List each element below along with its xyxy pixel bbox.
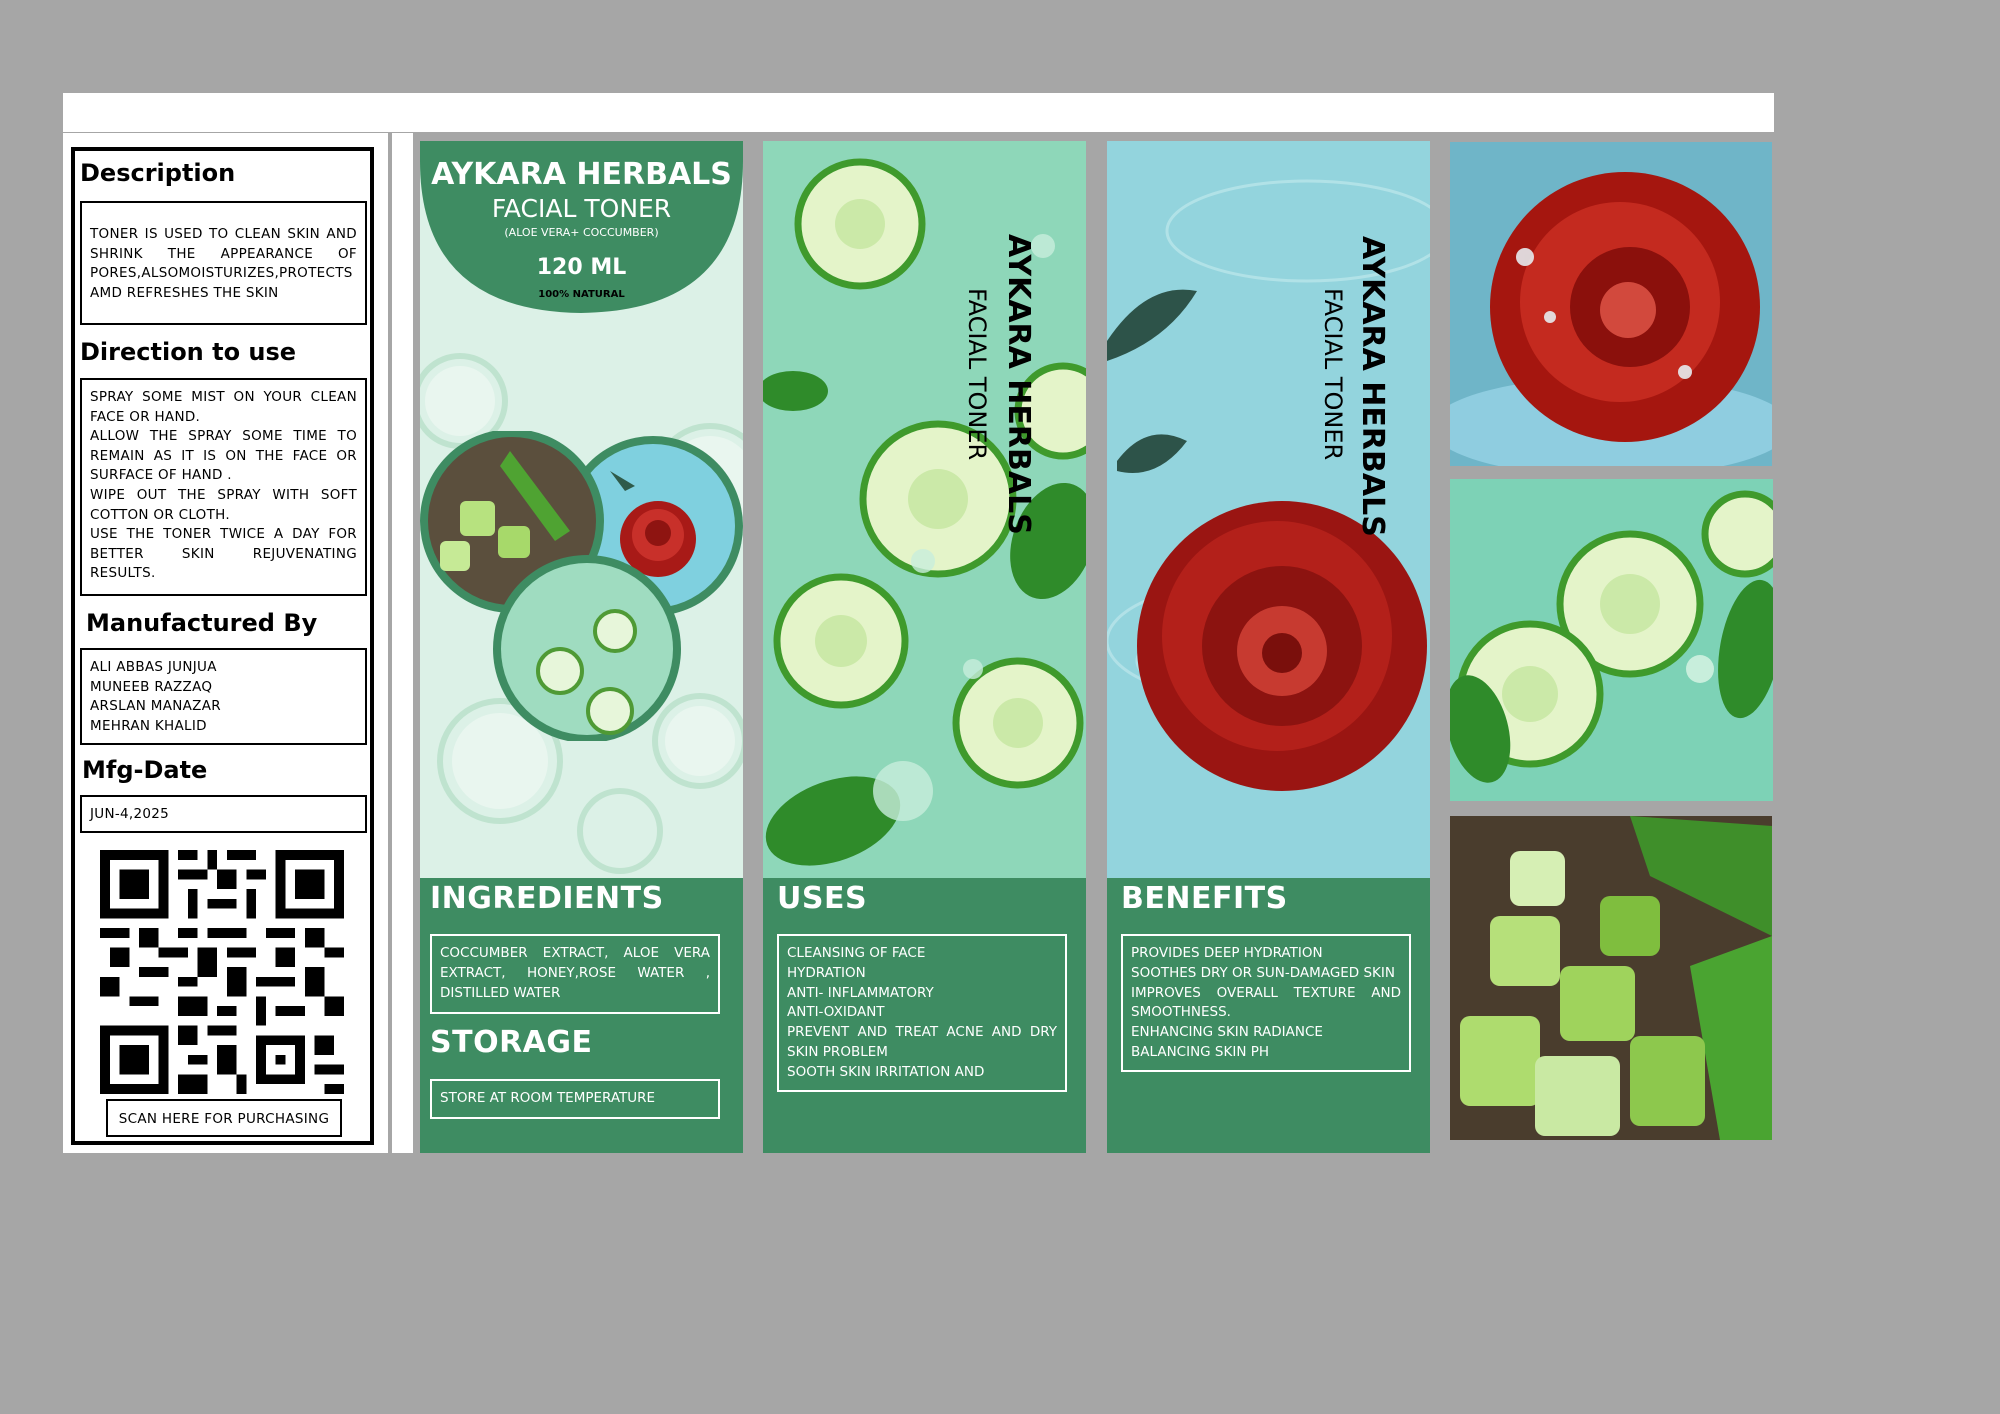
- qr-code-icon[interactable]: [100, 850, 344, 1094]
- manufacturer-name: MEHRAN KHALID: [90, 717, 207, 734]
- mfg-date-box: JUN-4,2025: [80, 795, 367, 833]
- cucumber-photo: [1450, 479, 1773, 801]
- natural-badge: 100% NATURAL: [538, 289, 625, 300]
- use-item: ANTI-OXIDANT: [787, 1004, 885, 1021]
- benefit-item: BALANCING SKIN PH: [1131, 1043, 1270, 1060]
- use-item: ANTI- INFLAMMATORY: [787, 984, 934, 1001]
- use-item: PREVENT AND TREAT ACNE AND DRY SKIN PROB…: [787, 1024, 1057, 1060]
- rose-icon: [1137, 501, 1427, 791]
- ingredients-box: COCCUMBER EXTRACT, ALOE VERA EXTRACT, HO…: [430, 934, 720, 1014]
- uses-title: USES: [777, 881, 868, 916]
- brand-title: AYKARA HERBALS: [431, 157, 732, 192]
- benefit-item: IMPROVES OVERALL TEXTURE AND SMOOTHNESS.: [1131, 984, 1401, 1021]
- product-subtitle: (ALOE VERA+ COCCUMBER): [504, 226, 659, 239]
- direction-box: SPRAY SOME MIST ON YOUR CLEAN FACE OR HA…: [80, 378, 367, 596]
- storage-box: STORE AT ROOM TEMPERATURE: [430, 1079, 720, 1119]
- benefits-title: BENEFITS: [1121, 881, 1288, 916]
- vertical-product: FACIAL TONER: [1319, 288, 1347, 461]
- uses-panel: AYKARA HERBALS FACIAL TONER USES CLEANSI…: [763, 141, 1086, 1153]
- rose-icon: [1490, 172, 1760, 442]
- direction-title: Direction to use: [80, 338, 297, 366]
- direction-step: WIPE OUT THE SPRAY WITH SOFT COTTON OR C…: [90, 486, 357, 523]
- manufactured-title: Manufactured By: [86, 609, 318, 637]
- top-white-strip: [63, 93, 1774, 132]
- direction-step: USE THE TONER TWICE A DAY FOR BETTER SKI…: [90, 526, 357, 582]
- scan-label: SCAN HERE FOR PURCHASING: [118, 1111, 330, 1127]
- front-panel: AYKARA HERBALS FACIAL TONER (ALOE VERA+ …: [420, 141, 743, 1153]
- vertical-brand: AYKARA HERBALS: [1355, 236, 1390, 537]
- description-title: Description: [80, 159, 236, 187]
- volume: 120 ML: [536, 255, 627, 280]
- panel-separator: [392, 133, 413, 1153]
- description-box: TONER IS USED TO CLEAN SKIN AND SHRINK T…: [80, 201, 367, 325]
- benefit-item: SOOTHES DRY OR SUN-DAMAGED SKIN: [1131, 964, 1395, 981]
- manufacturer-name: MUNEEB RAZZAQ: [90, 678, 213, 695]
- product-name: FACIAL TONER: [491, 194, 672, 223]
- benefit-item: PROVIDES DEEP HYDRATION: [1131, 945, 1323, 961]
- vertical-product: FACIAL TONER: [963, 288, 991, 461]
- aloe-photo: [1450, 816, 1772, 1140]
- water-drop-icon: [1686, 655, 1714, 683]
- scan-button[interactable]: SCAN HERE FOR PURCHASING: [106, 1099, 342, 1137]
- storage-text: STORE AT ROOM TEMPERATURE: [440, 1090, 656, 1106]
- manufacturer-name: ALI ABBAS JUNJUA: [90, 659, 217, 675]
- direction-step: SPRAY SOME MIST ON YOUR CLEAN FACE OR HA…: [90, 389, 357, 425]
- manufacturer-name: ARSLAN MANAZAR: [90, 698, 221, 715]
- uses-box: CLEANSING OF FACE HYDRATION ANTI- INFLAM…: [777, 934, 1067, 1092]
- ingredients-title: INGREDIENTS: [430, 881, 664, 916]
- benefit-item: ENHANCING SKIN RADIANCE: [1131, 1024, 1323, 1041]
- direction-step: ALLOW THE SPRAY SOME TIME TO REMAIN AS I…: [90, 428, 357, 484]
- manufacturers-box: ALI ABBAS JUNJUA MUNEEB RAZZAQ ARSLAN MA…: [80, 648, 367, 745]
- vertical-brand: AYKARA HERBALS: [1001, 234, 1036, 535]
- benefits-panel: AYKARA HERBALS FACIAL TONER BENEFITS PRO…: [1107, 141, 1430, 1153]
- rose-photo: [1450, 142, 1772, 466]
- use-item: CLEANSING OF FACE: [787, 945, 926, 961]
- storage-title: STORAGE: [430, 1025, 593, 1060]
- ingredients-text: COCCUMBER EXTRACT, ALOE VERA EXTRACT, HO…: [440, 945, 710, 1001]
- description-text: TONER IS USED TO CLEAN SKIN AND SHRINK T…: [90, 226, 357, 301]
- ingredient-circles: [420, 431, 743, 741]
- mfg-date-title: Mfg-Date: [82, 756, 208, 784]
- use-item: SOOTH SKIN IRRITATION AND: [787, 1063, 985, 1080]
- benefits-box: PROVIDES DEEP HYDRATION SOOTHES DRY OR S…: [1121, 934, 1411, 1072]
- cucumber-background: [763, 141, 1086, 878]
- use-item: HYDRATION: [787, 964, 866, 981]
- mfg-date-value: JUN-4,2025: [90, 806, 170, 822]
